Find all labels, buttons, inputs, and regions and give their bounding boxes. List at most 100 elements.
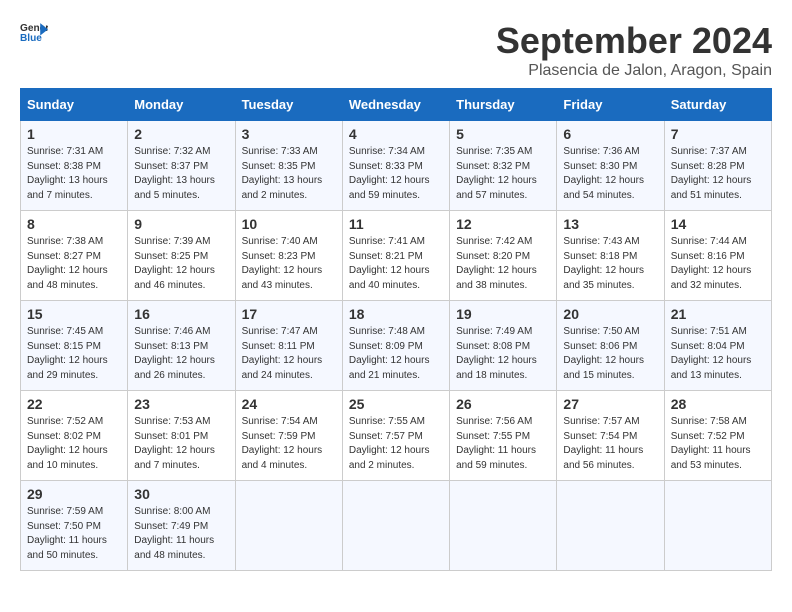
day-number: 1 (27, 126, 121, 142)
day-number: 20 (563, 306, 657, 322)
day-number: 14 (671, 216, 765, 232)
calendar-week-row: 15 Sunrise: 7:45 AM Sunset: 8:15 PM Dayl… (21, 301, 772, 391)
day-info: Sunrise: 7:58 AM Sunset: 7:52 PM Dayligh… (671, 415, 765, 473)
table-row: 1 Sunrise: 7:31 AM Sunset: 8:38 PM Dayli… (21, 121, 128, 211)
table-row: 28 Sunrise: 7:58 AM Sunset: 7:52 PM Dayl… (664, 391, 771, 481)
day-number: 24 (242, 396, 336, 412)
day-info: Sunrise: 7:52 AM Sunset: 8:02 PM Dayligh… (27, 415, 121, 473)
day-number: 12 (456, 216, 550, 232)
day-number: 7 (671, 126, 765, 142)
title-block: September 2024 Plasencia de Jalon, Arago… (496, 20, 772, 80)
day-info: Sunrise: 7:40 AM Sunset: 8:23 PM Dayligh… (242, 235, 336, 293)
day-info: Sunrise: 7:35 AM Sunset: 8:32 PM Dayligh… (456, 145, 550, 203)
day-info: Sunrise: 7:33 AM Sunset: 8:35 PM Dayligh… (242, 145, 336, 203)
weekday-thursday: Thursday (450, 89, 557, 121)
calendar-week-row: 1 Sunrise: 7:31 AM Sunset: 8:38 PM Dayli… (21, 121, 772, 211)
day-number: 21 (671, 306, 765, 322)
day-info: Sunrise: 7:59 AM Sunset: 7:50 PM Dayligh… (27, 505, 121, 563)
table-row: 5 Sunrise: 7:35 AM Sunset: 8:32 PM Dayli… (450, 121, 557, 211)
day-number: 4 (349, 126, 443, 142)
table-row: 14 Sunrise: 7:44 AM Sunset: 8:16 PM Dayl… (664, 211, 771, 301)
weekday-row: Sunday Monday Tuesday Wednesday Thursday… (21, 89, 772, 121)
day-info: Sunrise: 7:32 AM Sunset: 8:37 PM Dayligh… (134, 145, 228, 203)
table-row: 22 Sunrise: 7:52 AM Sunset: 8:02 PM Dayl… (21, 391, 128, 481)
table-row: 21 Sunrise: 7:51 AM Sunset: 8:04 PM Dayl… (664, 301, 771, 391)
weekday-saturday: Saturday (664, 89, 771, 121)
page-header: General Blue September 2024 Plasencia de… (20, 20, 772, 80)
table-row: 2 Sunrise: 7:32 AM Sunset: 8:37 PM Dayli… (128, 121, 235, 211)
day-number: 5 (456, 126, 550, 142)
table-row (235, 481, 342, 571)
day-info: Sunrise: 7:46 AM Sunset: 8:13 PM Dayligh… (134, 325, 228, 383)
location: Plasencia de Jalon, Aragon, Spain (496, 62, 772, 80)
day-info: Sunrise: 7:41 AM Sunset: 8:21 PM Dayligh… (349, 235, 443, 293)
day-info: Sunrise: 7:48 AM Sunset: 8:09 PM Dayligh… (349, 325, 443, 383)
day-info: Sunrise: 7:54 AM Sunset: 7:59 PM Dayligh… (242, 415, 336, 473)
day-number: 26 (456, 396, 550, 412)
day-number: 22 (27, 396, 121, 412)
day-number: 28 (671, 396, 765, 412)
table-row: 15 Sunrise: 7:45 AM Sunset: 8:15 PM Dayl… (21, 301, 128, 391)
day-number: 9 (134, 216, 228, 232)
svg-text:Blue: Blue (20, 33, 42, 44)
table-row: 17 Sunrise: 7:47 AM Sunset: 8:11 PM Dayl… (235, 301, 342, 391)
day-number: 27 (563, 396, 657, 412)
day-number: 25 (349, 396, 443, 412)
calendar-week-row: 8 Sunrise: 7:38 AM Sunset: 8:27 PM Dayli… (21, 211, 772, 301)
day-info: Sunrise: 7:44 AM Sunset: 8:16 PM Dayligh… (671, 235, 765, 293)
calendar-body: 1 Sunrise: 7:31 AM Sunset: 8:38 PM Dayli… (21, 121, 772, 571)
day-number: 8 (27, 216, 121, 232)
day-info: Sunrise: 7:51 AM Sunset: 8:04 PM Dayligh… (671, 325, 765, 383)
table-row: 30 Sunrise: 8:00 AM Sunset: 7:49 PM Dayl… (128, 481, 235, 571)
day-number: 23 (134, 396, 228, 412)
weekday-friday: Friday (557, 89, 664, 121)
table-row: 10 Sunrise: 7:40 AM Sunset: 8:23 PM Dayl… (235, 211, 342, 301)
day-info: Sunrise: 7:56 AM Sunset: 7:55 PM Dayligh… (456, 415, 550, 473)
weekday-wednesday: Wednesday (342, 89, 449, 121)
table-row: 29 Sunrise: 7:59 AM Sunset: 7:50 PM Dayl… (21, 481, 128, 571)
table-row: 20 Sunrise: 7:50 AM Sunset: 8:06 PM Dayl… (557, 301, 664, 391)
day-number: 16 (134, 306, 228, 322)
day-info: Sunrise: 7:31 AM Sunset: 8:38 PM Dayligh… (27, 145, 121, 203)
table-row: 18 Sunrise: 7:48 AM Sunset: 8:09 PM Dayl… (342, 301, 449, 391)
day-number: 19 (456, 306, 550, 322)
day-number: 18 (349, 306, 443, 322)
day-info: Sunrise: 7:57 AM Sunset: 7:54 PM Dayligh… (563, 415, 657, 473)
day-info: Sunrise: 7:34 AM Sunset: 8:33 PM Dayligh… (349, 145, 443, 203)
day-number: 30 (134, 486, 228, 502)
day-info: Sunrise: 7:42 AM Sunset: 8:20 PM Dayligh… (456, 235, 550, 293)
table-row: 13 Sunrise: 7:43 AM Sunset: 8:18 PM Dayl… (557, 211, 664, 301)
table-row: 26 Sunrise: 7:56 AM Sunset: 7:55 PM Dayl… (450, 391, 557, 481)
table-row: 16 Sunrise: 7:46 AM Sunset: 8:13 PM Dayl… (128, 301, 235, 391)
weekday-monday: Monday (128, 89, 235, 121)
table-row (557, 481, 664, 571)
day-number: 15 (27, 306, 121, 322)
table-row: 23 Sunrise: 7:53 AM Sunset: 8:01 PM Dayl… (128, 391, 235, 481)
day-info: Sunrise: 7:53 AM Sunset: 8:01 PM Dayligh… (134, 415, 228, 473)
day-number: 29 (27, 486, 121, 502)
table-row (342, 481, 449, 571)
table-row: 6 Sunrise: 7:36 AM Sunset: 8:30 PM Dayli… (557, 121, 664, 211)
day-number: 10 (242, 216, 336, 232)
table-row: 24 Sunrise: 7:54 AM Sunset: 7:59 PM Dayl… (235, 391, 342, 481)
calendar-week-row: 29 Sunrise: 7:59 AM Sunset: 7:50 PM Dayl… (21, 481, 772, 571)
weekday-tuesday: Tuesday (235, 89, 342, 121)
weekday-sunday: Sunday (21, 89, 128, 121)
day-info: Sunrise: 7:45 AM Sunset: 8:15 PM Dayligh… (27, 325, 121, 383)
day-info: Sunrise: 8:00 AM Sunset: 7:49 PM Dayligh… (134, 505, 228, 563)
day-info: Sunrise: 7:47 AM Sunset: 8:11 PM Dayligh… (242, 325, 336, 383)
table-row: 4 Sunrise: 7:34 AM Sunset: 8:33 PM Dayli… (342, 121, 449, 211)
day-info: Sunrise: 7:36 AM Sunset: 8:30 PM Dayligh… (563, 145, 657, 203)
day-info: Sunrise: 7:43 AM Sunset: 8:18 PM Dayligh… (563, 235, 657, 293)
calendar-header: Sunday Monday Tuesday Wednesday Thursday… (21, 89, 772, 121)
logo-icon: General Blue (20, 20, 48, 48)
table-row: 3 Sunrise: 7:33 AM Sunset: 8:35 PM Dayli… (235, 121, 342, 211)
table-row: 19 Sunrise: 7:49 AM Sunset: 8:08 PM Dayl… (450, 301, 557, 391)
table-row (450, 481, 557, 571)
day-number: 17 (242, 306, 336, 322)
day-number: 13 (563, 216, 657, 232)
table-row: 8 Sunrise: 7:38 AM Sunset: 8:27 PM Dayli… (21, 211, 128, 301)
day-number: 3 (242, 126, 336, 142)
table-row: 27 Sunrise: 7:57 AM Sunset: 7:54 PM Dayl… (557, 391, 664, 481)
calendar-table: Sunday Monday Tuesday Wednesday Thursday… (20, 88, 772, 571)
